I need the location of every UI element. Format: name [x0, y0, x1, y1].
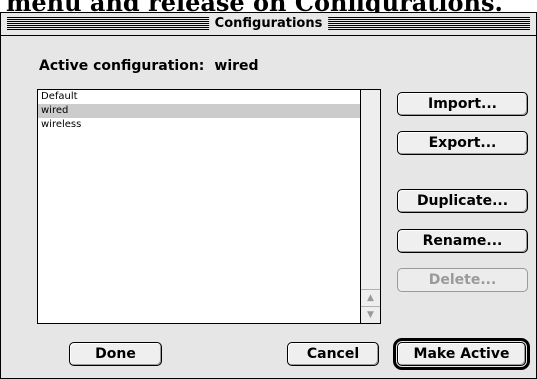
document-caption: menu and release on Configurations.: [6, 0, 537, 12]
rename-button[interactable]: Rename...: [397, 229, 528, 253]
export-button[interactable]: Export...: [397, 131, 528, 155]
list-scrollbar[interactable]: ▲ ▼: [360, 90, 380, 323]
active-configuration: Active configuration: wired: [39, 58, 259, 74]
delete-button[interactable]: Delete...: [397, 268, 528, 292]
cancel-button[interactable]: Cancel: [287, 342, 379, 366]
configuration-list[interactable]: Default wired wireless: [38, 90, 360, 323]
make-active-button[interactable]: Make Active: [393, 338, 530, 370]
active-configuration-value: wired: [214, 58, 259, 74]
list-item-default[interactable]: Default: [38, 90, 360, 104]
duplicate-button[interactable]: Duplicate...: [397, 189, 528, 213]
configuration-listbox[interactable]: Default wired wireless ▲ ▼: [37, 89, 381, 324]
import-button[interactable]: Import...: [397, 92, 528, 116]
scroll-down-arrow-icon[interactable]: ▼: [361, 306, 380, 323]
configurations-dialog: Configurations Active configuration: wire…: [0, 12, 537, 379]
dialog-titlebar[interactable]: Configurations: [1, 13, 536, 36]
dialog-title: Configurations: [208, 15, 329, 32]
list-item-wireless[interactable]: wireless: [38, 118, 360, 132]
active-configuration-label: Active configuration:: [39, 58, 205, 74]
done-button[interactable]: Done: [69, 342, 162, 366]
list-item-wired[interactable]: wired: [38, 104, 360, 118]
scroll-up-arrow-icon[interactable]: ▲: [361, 289, 380, 306]
